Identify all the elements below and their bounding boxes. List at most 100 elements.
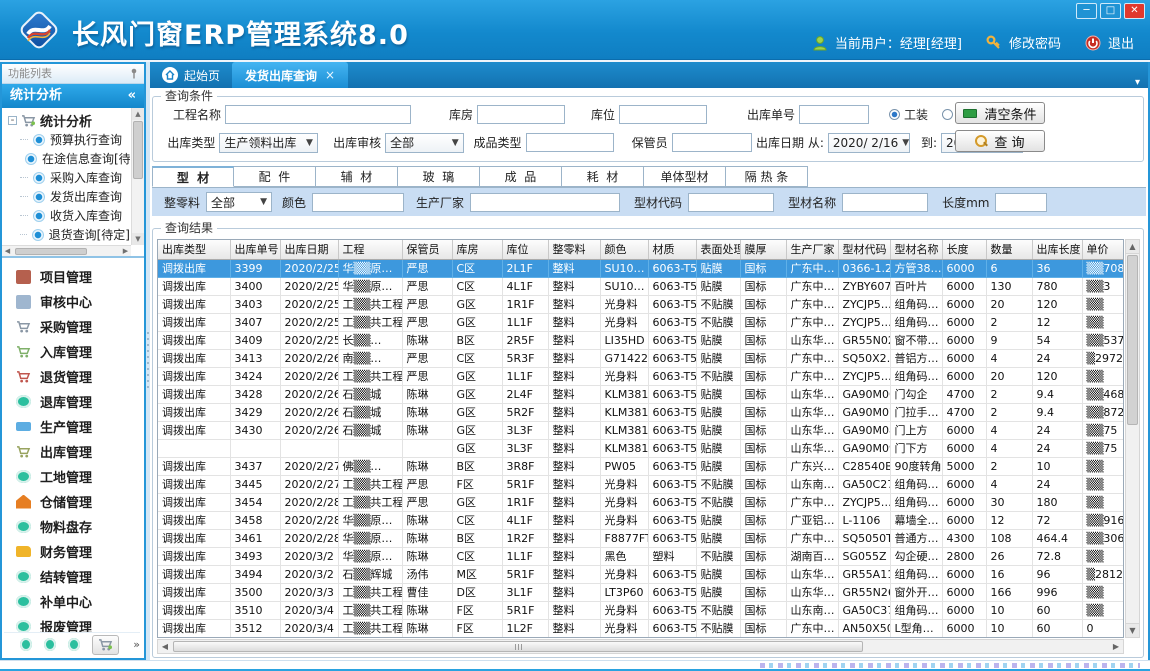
column-header[interactable]: 长度 [942,240,986,259]
sidebar-menu-item[interactable]: 生产管理 [4,414,140,439]
table-row[interactable]: 调拨出库34292020/2/26石▒▒城陈琳G区5R2F整料KLM381760… [158,403,1124,421]
column-header[interactable]: 出库类型 [158,240,230,259]
tab-list-dropdown-icon[interactable]: ▾ [1135,77,1148,88]
radio-work-install[interactable] [889,109,900,120]
project-name-input[interactable] [225,105,411,124]
scroll-up-icon[interactable]: ▲ [1126,240,1139,254]
maker-input[interactable] [470,193,620,212]
column-header[interactable]: 颜色 [600,240,648,259]
search-button[interactable]: 查 询 [955,130,1045,152]
tree-expander-icon[interactable]: – [8,116,17,125]
scroll-left-icon[interactable]: ◀ [158,642,172,651]
collapse-icon[interactable]: « [128,84,136,108]
tab-home[interactable]: 起始页 [150,62,232,88]
sidebar-menu-item[interactable]: 退货管理 [4,364,140,389]
module-dot-icon[interactable] [20,638,32,651]
sidebar-menu-item[interactable]: 出库管理 [4,439,140,464]
table-row[interactable]: 调拨出库34932020/3/2华▒▒原…陈琳C区1L1F整料黑色塑料不贴膜国标… [158,547,1124,565]
table-row[interactable]: 调拨出库34072020/2/25工▒▒共工程严思G区1L1F整料光身料6063… [158,313,1124,331]
sidebar-menu-item[interactable]: 补单中心 [4,589,140,614]
column-header[interactable]: 数量 [986,240,1032,259]
scroll-up-icon[interactable]: ▲ [132,108,144,120]
material-tab[interactable]: 成 品 [480,166,562,187]
more-modules-chevron[interactable]: » [133,638,140,651]
location-input[interactable] [619,105,707,124]
column-header[interactable]: 生产厂家 [786,240,838,259]
table-row[interactable]: 调拨出库34242020/2/26工▒▒共工程严思G区1L1F整料光身料6063… [158,367,1124,385]
column-header[interactable]: 型材代码 [838,240,890,259]
scrollbar-thumb[interactable] [15,248,87,255]
sidebar-menu-item[interactable]: 采购管理 [4,314,140,339]
tree-item[interactable]: 在途信息查询[待 [4,149,130,168]
profile-code-input[interactable] [688,193,774,212]
warehouse-input[interactable] [477,105,565,124]
table-row[interactable]: 调拨出库34452020/2/27工▒▒共工程严思F区5R1F整料光身料6063… [158,475,1124,493]
tree-item[interactable]: 发货出库查询 [4,187,130,206]
column-header[interactable]: 出库长度 [1032,240,1082,259]
sidebar-menu-item[interactable]: 物料盘存 [4,514,140,539]
keeper-input[interactable] [672,133,752,152]
column-header[interactable]: 表面处理 [696,240,740,259]
tree-horizontal-scrollbar[interactable]: ◀ ▶ [2,245,131,256]
scroll-right-icon[interactable]: ▶ [120,247,131,255]
table-row[interactable]: 调拨出库34132020/2/26南▒▒…严思C区5R3F整料G71422606… [158,349,1124,367]
column-header[interactable]: 出库单号 [230,240,280,259]
tree-root-node[interactable]: – 统计分析 [4,110,130,130]
radio-home-install[interactable] [942,109,953,120]
scroll-left-icon[interactable]: ◀ [2,247,13,255]
table-row[interactable]: 调拨出库34612020/2/28华▒▒原…陈琳B区1R2F整料F8877FT6… [158,529,1124,547]
column-header[interactable]: 工程 [338,240,402,259]
table-row[interactable]: 调拨出库34582020/2/28华▒▒原…陈琳C区4L1F整料光身料6063-… [158,511,1124,529]
table-row[interactable]: 调拨出库34372020/2/27佛▒▒…陈琳B区3R8F整料PW056063-… [158,457,1124,475]
tree-item[interactable]: 采购入库查询 [4,168,130,187]
sidebar-menu-item[interactable]: 项目管理 [4,264,140,289]
change-password-link[interactable]: 修改密码 [1009,33,1061,52]
clear-conditions-button[interactable]: 清空条件 [955,102,1045,124]
order-no-input[interactable] [799,105,869,124]
column-header[interactable]: 膜厚 [740,240,786,259]
table-row[interactable]: 调拨出库34282020/2/26石▒▒城陈琳G区2L4F整料KLM381760… [158,385,1124,403]
table-row[interactable]: 调拨出库34002020/2/25华▒▒原…严思C区4L1F整料SU10…606… [158,277,1124,295]
length-input[interactable] [995,193,1047,212]
material-tab[interactable]: 辅 材 [316,166,398,187]
scroll-right-icon[interactable]: ▶ [1109,642,1123,651]
scroll-down-icon[interactable]: ▼ [1126,623,1139,637]
table-row[interactable]: 调拨出库34032020/2/25工▒▒共工程严思G区1R1F整料光身料6063… [158,295,1124,313]
sidebar-menu-item[interactable]: 工地管理 [4,464,140,489]
column-header[interactable]: 材质 [648,240,696,259]
table-row[interactable]: 调拨出库34302020/2/26石▒▒城陈琳G区3L3F整料KLM381760… [158,421,1124,439]
column-header[interactable]: 保管员 [402,240,452,259]
material-tab[interactable]: 单体型材 [644,166,726,187]
material-tab[interactable]: 型 材 [152,166,234,187]
table-row[interactable]: 调拨出库35122020/3/4工▒▒共工程陈琳F区1L2F整料光身料6063-… [158,619,1124,637]
close-button[interactable]: ✕ [1124,3,1145,19]
profile-name-input[interactable] [842,193,928,212]
outbound-type-select[interactable]: 生产领料出库▼ [219,133,318,153]
color-input[interactable] [312,193,404,212]
module-cart-button[interactable] [92,635,120,655]
column-header[interactable]: 单价 [1082,240,1124,259]
column-header[interactable]: 整零料 [548,240,600,259]
column-header[interactable]: 出库日期 [280,240,338,259]
whole-part-select[interactable]: 全部▼ [206,192,272,212]
scroll-down-icon[interactable]: ▼ [132,233,144,245]
tab-close-icon[interactable]: × [325,68,335,82]
table-row[interactable]: 调拨出库35002020/3/3工▒▒共工程曹佳D区3L1F整料LT3P6060… [158,583,1124,601]
column-header[interactable]: 型材名称 [890,240,942,259]
sidebar-menu-item[interactable]: 结转管理 [4,564,140,589]
tree-item[interactable]: 收货入库查询 [4,206,130,225]
table-row[interactable]: 调拨出库34542020/2/28工▒▒共工程严思G区1R1F整料光身料6063… [158,493,1124,511]
sidebar-menu-item[interactable]: 仓储管理 [4,489,140,514]
sidebar-menu-item[interactable]: 审核中心 [4,289,140,314]
module-dot-icon[interactable] [44,638,56,651]
horizontal-scrollbar[interactable]: ◀ ▶ [157,639,1124,654]
sidebar-menu-item[interactable]: 报废管理 [4,614,140,632]
column-header[interactable]: 库房 [452,240,502,259]
sidebar-menu-item[interactable]: 入库管理 [4,339,140,364]
material-tab[interactable]: 配 件 [234,166,316,187]
table-row[interactable]: 调拨出库34092020/2/25长▒▒…陈琳B区2R5F整料LI35HD606… [158,331,1124,349]
scrollbar-thumb[interactable] [1127,255,1138,425]
table-row[interactable]: G区3L3F整料KLM38176063-T5贴膜国标山东华…GA90M09.门下… [158,439,1124,457]
sidebar-menu-item[interactable]: 财务管理 [4,539,140,564]
tree-item[interactable]: 退货查询[待定] [4,225,130,244]
